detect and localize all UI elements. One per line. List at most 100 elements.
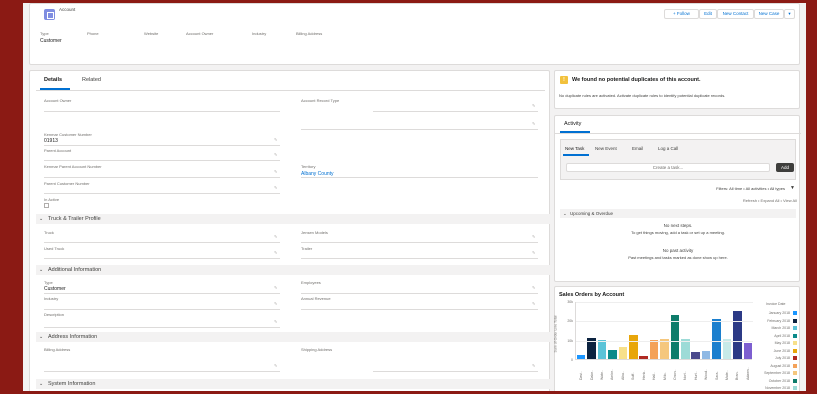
in-active-checkbox[interactable] bbox=[44, 203, 49, 208]
chart-legend: January 2018 February 2018 March 2018 April… bbox=[733, 311, 799, 391]
gridline bbox=[576, 321, 753, 323]
object-label: Account bbox=[59, 7, 76, 12]
legend-item[interactable]: February 2018 bbox=[733, 318, 797, 323]
legend-item[interactable]: August 2018 bbox=[733, 363, 797, 368]
field-parent-customer-number-line bbox=[44, 193, 280, 194]
tab-email[interactable]: Email bbox=[632, 146, 643, 151]
chart-bar[interactable] bbox=[681, 338, 690, 359]
edit-pencil-icon[interactable]: ✎ bbox=[532, 104, 536, 108]
field-trailer-line bbox=[301, 258, 538, 259]
edit-pencil-icon[interactable]: ✎ bbox=[274, 170, 278, 174]
field-parent-account-label: Parent Account bbox=[44, 148, 72, 153]
edit-pencil-icon[interactable]: ✎ bbox=[274, 320, 278, 324]
field-used-truck-line bbox=[44, 258, 280, 259]
new-case-button[interactable]: New Case bbox=[754, 9, 784, 19]
legend-label: November 2018 bbox=[765, 386, 790, 390]
legend-swatch bbox=[793, 341, 797, 345]
edit-pencil-icon[interactable]: ✎ bbox=[274, 153, 278, 157]
chart-bar[interactable] bbox=[649, 339, 659, 359]
filter-icon[interactable]: ▼ bbox=[790, 185, 795, 191]
edit-pencil-icon[interactable]: ✎ bbox=[274, 302, 278, 306]
legend-item[interactable]: September 2018 bbox=[733, 371, 797, 375]
field-in-active-label: In Active bbox=[44, 197, 60, 202]
legend-item[interactable]: April 2018 bbox=[733, 333, 797, 338]
x-tick-label: Dake.. bbox=[589, 369, 594, 380]
x-tick-label: Henk.. bbox=[641, 369, 646, 380]
field-type-line bbox=[44, 293, 280, 294]
edit-pencil-icon[interactable]: ✎ bbox=[274, 251, 278, 255]
field-used-truck-label: Used Truck bbox=[44, 246, 65, 251]
edit-pencil-icon[interactable]: ✎ bbox=[274, 186, 278, 190]
activity-filters[interactable]: Filters: All time • All activities • All… bbox=[716, 186, 785, 191]
legend-swatch bbox=[793, 333, 797, 338]
chart-bar[interactable] bbox=[608, 350, 617, 359]
edit-pencil-icon[interactable]: ✎ bbox=[274, 286, 278, 290]
edit-button[interactable]: Edit bbox=[699, 9, 717, 19]
tab-log-a-call[interactable]: Log a Call bbox=[658, 146, 678, 151]
more-actions-button[interactable]: ▾ bbox=[784, 9, 795, 19]
edit-pencil-icon[interactable]: ✎ bbox=[274, 138, 278, 142]
chart-yticks: 0 10k 20k 30k bbox=[557, 300, 573, 362]
chart-bar[interactable] bbox=[597, 339, 607, 359]
edit-pencil-icon[interactable]: ✎ bbox=[274, 364, 278, 368]
section-system-info[interactable]: ⌄ System Information bbox=[36, 379, 551, 389]
tab-details[interactable]: Details bbox=[44, 77, 62, 83]
chart-plot bbox=[575, 302, 753, 360]
chart-bar[interactable] bbox=[701, 351, 711, 359]
no-past-activity-sub: Past meetings and tasks marked as done s… bbox=[628, 255, 728, 260]
create-task-placeholder: Create a task... bbox=[652, 165, 684, 170]
field-annual-revenue-line bbox=[301, 309, 538, 310]
chart-bar[interactable] bbox=[628, 334, 638, 359]
x-tick-label: Davi.. bbox=[579, 371, 584, 380]
legend-item[interactable]: June 2018 bbox=[733, 348, 797, 353]
chevron-down-icon: ⌄ bbox=[39, 216, 44, 222]
create-task-input[interactable]: Create a task... bbox=[566, 163, 770, 172]
x-tick-label: Nort.. bbox=[683, 371, 688, 380]
legend-item[interactable]: May 2018 bbox=[733, 341, 797, 345]
field-employees-label: Employees bbox=[301, 280, 321, 285]
follow-button[interactable]: + Follow bbox=[664, 9, 699, 19]
x-tick-label: Sara.. bbox=[714, 370, 719, 380]
edit-pencil-icon[interactable]: ✎ bbox=[532, 251, 536, 255]
x-tick-label: Mate.. bbox=[724, 370, 729, 380]
field-parent-account-line bbox=[44, 160, 280, 161]
edit-pencil-icon[interactable]: ✎ bbox=[532, 235, 536, 239]
chart-card: Sales Orders by Account Sum of Order Lin… bbox=[553, 286, 800, 391]
chevron-down-icon: ⌄ bbox=[39, 267, 44, 273]
field-trailer-label: Trailer bbox=[301, 246, 313, 251]
activity-refresh-links[interactable]: Refresh • Expand All • View All bbox=[743, 198, 797, 203]
add-task-button[interactable]: Add bbox=[776, 163, 794, 172]
gridline bbox=[576, 340, 753, 342]
section-truck-trailer[interactable]: ⌄ Truck & Trailer Profile bbox=[36, 214, 551, 224]
legend-item[interactable]: March 2018 bbox=[733, 326, 797, 330]
legend-item[interactable]: January 2018 bbox=[733, 311, 797, 315]
chart-title: Sales Orders by Account bbox=[559, 292, 625, 298]
new-contact-button[interactable]: New Contact bbox=[717, 9, 754, 19]
edit-pencil-icon[interactable]: ✎ bbox=[274, 235, 278, 239]
chart-bar[interactable] bbox=[660, 338, 669, 359]
section-additional-info[interactable]: ⌄ Additional Information bbox=[36, 265, 551, 275]
edit-pencil-icon[interactable]: ✎ bbox=[532, 302, 536, 306]
legend-item[interactable]: October 2018 bbox=[733, 378, 797, 383]
legend-item[interactable]: November 2018 bbox=[733, 386, 797, 390]
field-territory-line bbox=[301, 177, 538, 178]
chart-bar[interactable] bbox=[618, 347, 628, 359]
edit-pencil-icon[interactable]: ✎ bbox=[532, 286, 536, 290]
upcoming-header[interactable]: ⌄ Upcoming & Overdue bbox=[560, 209, 796, 218]
edit-pencil-icon[interactable]: ✎ bbox=[532, 122, 536, 126]
chart-bar[interactable] bbox=[691, 352, 700, 359]
legend-item[interactable]: July 2018 bbox=[733, 356, 797, 360]
chart-bar[interactable] bbox=[639, 356, 648, 359]
no-past-activity: No past activity bbox=[662, 248, 694, 253]
tab-new-task[interactable]: New Task bbox=[565, 146, 584, 151]
activity-title[interactable]: Activity bbox=[564, 121, 581, 127]
header-field-website-label: Website bbox=[144, 31, 159, 36]
edit-pencil-icon[interactable]: ✎ bbox=[532, 364, 536, 368]
chart-bar[interactable] bbox=[722, 338, 732, 359]
chart-bar[interactable] bbox=[576, 355, 586, 359]
chart-bar[interactable] bbox=[712, 319, 721, 359]
tab-new-event[interactable]: New Event bbox=[595, 146, 617, 151]
legend-label: May 2018 bbox=[774, 341, 790, 345]
section-address-info[interactable]: ⌄ Address Information bbox=[36, 332, 551, 342]
tab-related[interactable]: Related bbox=[82, 77, 101, 83]
